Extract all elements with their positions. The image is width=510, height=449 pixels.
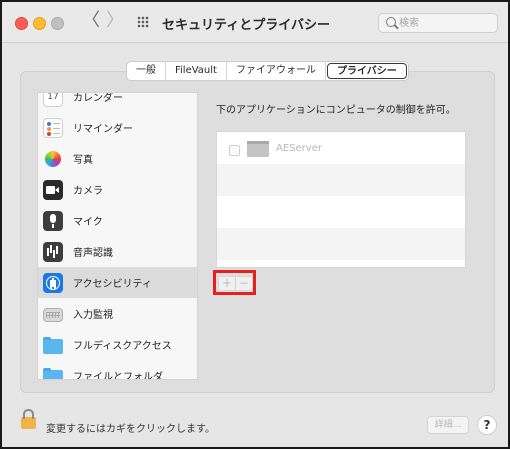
sidebar-item-label: リマインダー	[73, 124, 133, 135]
lock-instructions: 変更するにはカギをクリックします。	[46, 424, 215, 435]
help-button[interactable]: ?	[477, 415, 497, 435]
search-field[interactable]	[378, 13, 498, 33]
sidebar-item-label: アクセシビリティ	[73, 279, 152, 290]
reminders-icon	[43, 117, 63, 138]
accessibility-icon	[43, 272, 63, 293]
close-window-button[interactable]	[15, 17, 28, 30]
tab-privacy[interactable]: プライバシー	[326, 63, 407, 79]
add-remove-highlight: + −	[213, 270, 256, 295]
sidebar-item-input-monitoring[interactable]: 入力監視	[38, 298, 197, 329]
sidebar-item-photos[interactable]: 写真	[38, 143, 197, 174]
forward-chevron-icon[interactable]: 〉	[106, 11, 124, 31]
advanced-button[interactable]: 詳細...	[427, 416, 469, 434]
tab-general[interactable]: 一般	[127, 62, 166, 80]
sidebar-item-camera[interactable]: カメラ	[38, 174, 197, 205]
accessibility-description: 下のアプリケーションにコンピュータの制御を許可。	[216, 105, 456, 116]
calendar-icon: 17	[43, 93, 63, 107]
sidebar-item-label: カレンダー	[73, 93, 123, 104]
camera-icon	[43, 179, 63, 200]
speech-recognition-icon	[43, 241, 63, 262]
folder-icon	[43, 367, 63, 379]
sidebar-item-label: カメラ	[73, 186, 103, 197]
empty-list-row	[217, 196, 465, 228]
add-app-button[interactable]: +	[219, 277, 236, 290]
sidebar-item-reminders[interactable]: リマインダー	[38, 112, 197, 143]
sidebar-item-calendar[interactable]: 17 カレンダー	[38, 93, 197, 112]
sidebar-item-label: フルディスクアクセス	[73, 341, 172, 352]
tab-firewall[interactable]: ファイアウォール	[227, 62, 326, 80]
sidebar-item-accessibility[interactable]: アクセシビリティ	[38, 267, 197, 298]
sidebar-item-speech-recognition[interactable]: 音声認識	[38, 236, 197, 267]
allowed-apps-list[interactable]: AEServer	[216, 131, 466, 268]
sidebar-item-label: ファイルとフォルダ	[73, 372, 163, 380]
preferences-window: 〈 〉 セキュリティとプライバシー 一般 FileVault ファイアウォール …	[0, 0, 510, 449]
sidebar-item-files-and-folders[interactable]: ファイルとフォルダ	[38, 360, 197, 380]
tab-filevault[interactable]: FileVault	[166, 62, 227, 80]
show-all-grid-icon[interactable]	[137, 16, 149, 28]
privacy-category-list[interactable]: 17 カレンダー リマインダー 写真 カメラ マイク 音声認識 アクセシビリティ	[37, 92, 198, 380]
sidebar-item-label: 入力監視	[73, 310, 113, 321]
empty-list-row	[217, 228, 465, 260]
keyboard-icon	[43, 308, 63, 322]
search-icon	[386, 17, 396, 27]
tab-bar: 一般 FileVault ファイアウォール プライバシー	[126, 61, 409, 81]
search-input[interactable]	[399, 15, 489, 31]
photos-icon	[45, 150, 61, 167]
empty-list-row	[217, 164, 465, 196]
app-checkbox[interactable]	[229, 145, 240, 156]
folder-icon	[43, 336, 63, 354]
app-name: AEServer	[276, 143, 322, 154]
window-title: セキュリティとプライバシー	[162, 18, 330, 33]
lock-icon[interactable]	[21, 409, 36, 429]
application-icon	[247, 141, 269, 157]
microphone-icon	[43, 210, 63, 231]
add-remove-control: + −	[218, 276, 253, 291]
zoom-window-button[interactable]	[51, 17, 64, 30]
title-bar: 〈 〉 セキュリティとプライバシー	[2, 2, 508, 43]
sidebar-item-label: マイク	[73, 217, 103, 228]
sidebar-item-full-disk-access[interactable]: フルディスクアクセス	[38, 329, 197, 360]
sidebar-item-microphone[interactable]: マイク	[38, 205, 197, 236]
back-chevron-icon[interactable]: 〈	[82, 11, 100, 31]
sidebar-item-label: 写真	[73, 155, 93, 166]
sidebar-item-label: 音声認識	[73, 248, 113, 259]
list-item[interactable]: AEServer	[217, 132, 465, 164]
minimize-window-button[interactable]	[33, 17, 46, 30]
remove-app-button[interactable]: −	[236, 277, 252, 290]
